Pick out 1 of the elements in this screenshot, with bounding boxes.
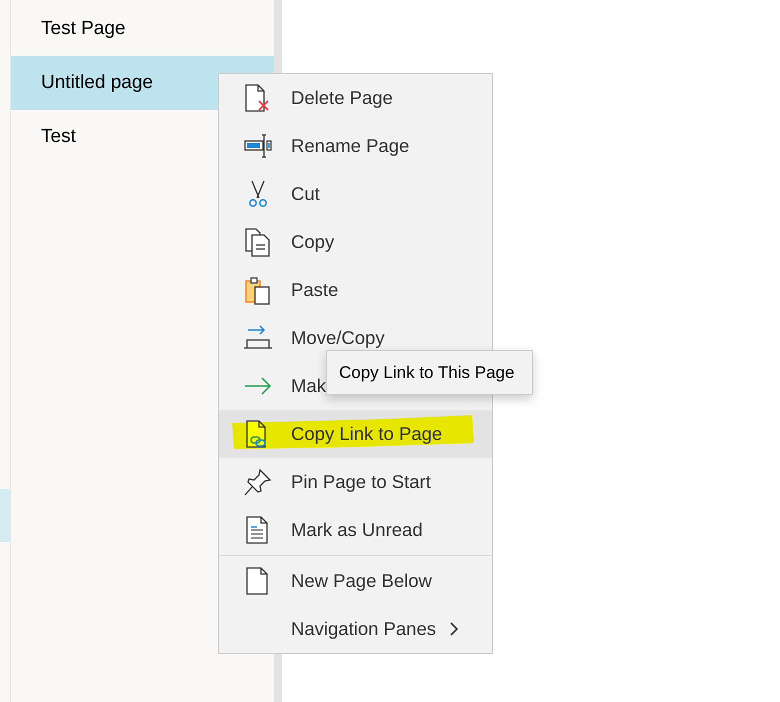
tooltip: Copy Link to This Page	[326, 350, 533, 395]
